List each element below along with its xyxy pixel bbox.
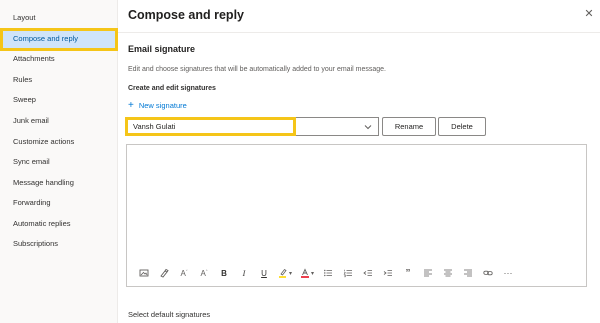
decrease-indent-icon[interactable]: [358, 265, 378, 281]
sidebar-item-compose-and-reply[interactable]: Compose and reply: [0, 29, 118, 49]
settings-sidebar: Layout Compose and reply Attachments Rul…: [0, 0, 118, 323]
italic-icon[interactable]: I: [234, 265, 254, 281]
numbering-icon[interactable]: [338, 265, 358, 281]
sidebar-item-forwarding[interactable]: Forwarding: [0, 193, 118, 213]
sidebar-item-rules[interactable]: Rules: [0, 70, 118, 90]
sidebar-item-layout[interactable]: Layout: [0, 8, 118, 28]
create-edit-signatures-heading: Create and edit signatures: [128, 85, 216, 92]
email-signature-heading: Email signature: [128, 44, 196, 54]
new-signature-button[interactable]: + New signature: [128, 99, 187, 111]
rename-button[interactable]: Rename: [382, 117, 436, 136]
select-default-signatures-label: Select default signatures: [128, 310, 211, 319]
font-color-icon[interactable]: ▾: [296, 265, 318, 281]
new-signature-label: New signature: [138, 101, 187, 110]
quote-icon[interactable]: ”: [398, 265, 418, 281]
delete-button[interactable]: Delete: [438, 117, 486, 136]
header-divider: [118, 32, 600, 33]
email-signature-description: Edit and choose signatures that will be …: [128, 66, 386, 73]
sidebar-item-automatic-replies[interactable]: Automatic replies: [0, 214, 118, 234]
page-title: Compose and reply: [128, 8, 244, 22]
decrease-font-size-icon[interactable]: Aˇ: [174, 265, 194, 281]
signature-dropdown-value: Vansh Gulati: [133, 122, 176, 131]
increase-font-size-icon[interactable]: Aˆ: [194, 265, 214, 281]
sidebar-item-subscriptions[interactable]: Subscriptions: [0, 234, 118, 254]
formatting-toolbar: Aˇ Aˆ B I U ▾ ▾ ” ···: [134, 265, 518, 281]
sidebar-item-sync-email[interactable]: Sync email: [0, 152, 118, 172]
close-icon[interactable]: ✕: [583, 8, 595, 20]
insert-link-icon[interactable]: [478, 265, 498, 281]
align-left-icon[interactable]: [418, 265, 438, 281]
chevron-down-icon: [364, 125, 372, 130]
plus-icon: +: [128, 99, 134, 111]
align-center-icon[interactable]: [438, 265, 458, 281]
underline-icon[interactable]: U: [254, 265, 274, 281]
align-right-icon[interactable]: [458, 265, 478, 281]
bullets-icon[interactable]: [318, 265, 338, 281]
format-painter-icon[interactable]: [154, 265, 174, 281]
sidebar-item-message-handling[interactable]: Message handling: [0, 173, 118, 193]
sidebar-item-customize-actions[interactable]: Customize actions: [0, 132, 118, 152]
signature-dropdown[interactable]: Vansh Gulati: [126, 117, 379, 136]
sidebar-item-attachments[interactable]: Attachments: [0, 49, 118, 69]
highlight-icon[interactable]: ▾: [274, 265, 296, 281]
bold-icon[interactable]: B: [214, 265, 234, 281]
more-options-icon[interactable]: ···: [498, 265, 518, 281]
sidebar-item-junk-email[interactable]: Junk email: [0, 111, 118, 131]
insert-image-icon[interactable]: [134, 265, 154, 281]
increase-indent-icon[interactable]: [378, 265, 398, 281]
sidebar-item-sweep[interactable]: Sweep: [0, 90, 118, 110]
